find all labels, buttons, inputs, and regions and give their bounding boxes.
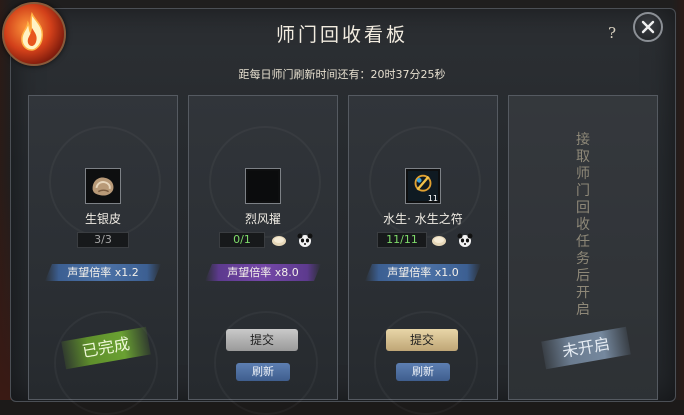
- task-card-1: 生银皮 3/3 声望倍率 x1.2 已完成: [28, 95, 178, 415]
- locked-hint-char: 启: [576, 302, 590, 318]
- locked-hint-char: 后: [576, 268, 590, 284]
- refresh-timer: 距每日师门刷新时间还有：20时37分25秒: [238, 68, 446, 81]
- item-slot[interactable]: 11: [405, 168, 441, 204]
- bun-icon: [272, 236, 286, 246]
- item-name: 烈风擢: [244, 212, 281, 226]
- locked-hint-char: 回: [576, 200, 590, 216]
- close-button[interactable]: [633, 12, 663, 42]
- locked-hint-char: 门: [576, 183, 590, 199]
- empty-item-icon: [248, 171, 278, 201]
- panda-icon: [297, 233, 313, 247]
- item-slot[interactable]: [245, 168, 281, 204]
- task-card-3: 11 水生· 水生之符 11/11 声望倍率 x1.0 提交 刷新: [348, 95, 498, 415]
- locked-hint-char: 接: [576, 132, 590, 148]
- locked-hint-char: 开: [576, 285, 590, 301]
- silver-hide-icon: [92, 177, 114, 196]
- reputation-rate: 声望倍率 x1.0: [365, 264, 481, 281]
- reputation-rate: 声望倍率 x8.0: [205, 264, 321, 281]
- close-icon: [641, 20, 655, 34]
- task-card-4-locked: 接 取 师 门 回 收 任 务 后 开 启 未开启: [508, 95, 658, 400]
- submit-button[interactable]: 提交: [226, 329, 298, 351]
- item-count: 11: [427, 194, 438, 203]
- locked-hint-char: 任: [576, 234, 590, 250]
- item-name: 生银皮: [84, 212, 121, 226]
- submit-button[interactable]: 提交: [386, 329, 458, 351]
- locked-hint-char: 收: [576, 217, 590, 233]
- panda-icon: [457, 233, 473, 247]
- progress-count: 3/3: [77, 232, 129, 248]
- locked-hint-text: 接 取 师 门 回 收 任 务 后 开 启: [568, 132, 598, 319]
- locked-hint-char: 师: [576, 166, 590, 182]
- locked-hint-char: 取: [576, 149, 590, 165]
- progress-count: 0/1: [219, 232, 265, 248]
- help-button[interactable]: ?: [603, 24, 621, 42]
- progress-count: 11/11: [377, 232, 427, 248]
- locked-hint-char: 务: [576, 251, 590, 267]
- bun-icon: [432, 236, 446, 246]
- item-name: 水生· 水生之符: [383, 212, 463, 226]
- item-slot[interactable]: [85, 168, 121, 204]
- reputation-rate: 声望倍率 x1.2: [45, 264, 161, 281]
- refresh-button[interactable]: 刷新: [396, 363, 450, 381]
- task-card-2: 烈风擢 0/1 声望倍率 x8.0 提交 刷新: [188, 95, 338, 415]
- page-title: 师门回收看板: [275, 24, 408, 46]
- refresh-button[interactable]: 刷新: [236, 363, 290, 381]
